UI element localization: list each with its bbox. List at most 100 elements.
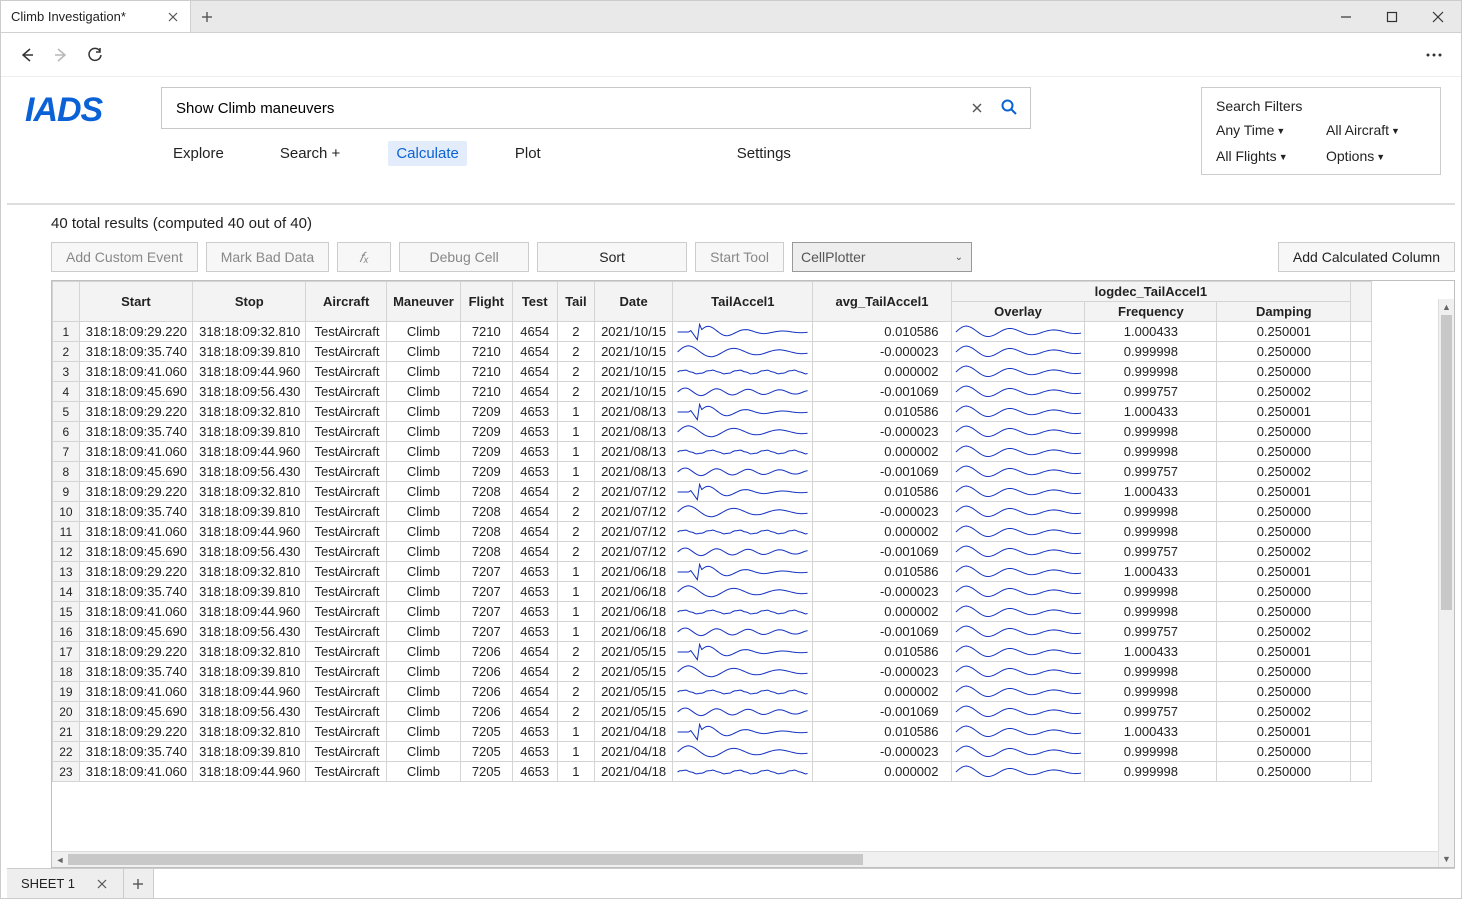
cell-tail[interactable]: 2 [557,322,594,342]
scroll-up-icon[interactable]: ▲ [1439,299,1454,315]
cell-tailaccel-sparkline[interactable] [673,442,813,462]
cell-date[interactable]: 2021/04/18 [594,762,672,782]
filter-aircraft[interactable]: All Aircraft▼ [1326,122,1426,138]
cell-damping[interactable]: 0.250000 [1217,422,1351,442]
row-number[interactable]: 12 [53,542,80,562]
mark-bad-data-button[interactable]: Mark Bad Data [206,242,329,272]
cell-tail[interactable]: 2 [557,642,594,662]
cell-aircraft[interactable]: TestAircraft [306,722,386,742]
cell-start[interactable]: 318:18:09:41.060 [79,522,192,542]
cell-aircraft[interactable]: TestAircraft [306,562,386,582]
cell-flight[interactable]: 7210 [461,382,513,402]
cell-test[interactable]: 4654 [512,482,557,502]
cell-overlay-sparkline[interactable] [951,522,1085,542]
row-number[interactable]: 3 [53,362,80,382]
cell-start[interactable]: 318:18:09:29.220 [79,322,192,342]
cell-start[interactable]: 318:18:09:29.220 [79,642,192,662]
cell-flight[interactable]: 7206 [461,662,513,682]
cell-aircraft[interactable]: TestAircraft [306,442,386,462]
row-number[interactable]: 23 [53,762,80,782]
cell-start[interactable]: 318:18:09:35.740 [79,662,192,682]
cell-start[interactable]: 318:18:09:35.740 [79,742,192,762]
table-row[interactable]: 13318:18:09:29.220318:18:09:32.810TestAi… [53,562,1372,582]
cell-flight[interactable]: 7209 [461,462,513,482]
row-number[interactable]: 15 [53,602,80,622]
cell-tailaccel-sparkline[interactable] [673,542,813,562]
cell-aircraft[interactable]: TestAircraft [306,542,386,562]
cell-maneuver[interactable]: Climb [386,542,460,562]
cell-test[interactable]: 4654 [512,362,557,382]
new-tab-button[interactable] [191,1,223,32]
cell-date[interactable]: 2021/06/18 [594,622,672,642]
cell-flight[interactable]: 7208 [461,502,513,522]
cell-stop[interactable]: 318:18:09:32.810 [193,482,306,502]
more-menu-icon[interactable] [1419,53,1449,57]
cell-stop[interactable]: 318:18:09:39.810 [193,742,306,762]
table-row[interactable]: 3318:18:09:41.060318:18:09:44.960TestAir… [53,362,1372,382]
cell-date[interactable]: 2021/05/15 [594,682,672,702]
cell-flight[interactable]: 7209 [461,422,513,442]
scroll-thumb[interactable] [1441,315,1452,610]
cell-test[interactable]: 4654 [512,662,557,682]
cell-tail[interactable]: 1 [557,582,594,602]
cell-test[interactable]: 4653 [512,562,557,582]
filter-options[interactable]: Options▼ [1326,148,1426,164]
table-row[interactable]: 16318:18:09:45.690318:18:09:56.430TestAi… [53,622,1372,642]
cell-start[interactable]: 318:18:09:41.060 [79,602,192,622]
cell-overlay-sparkline[interactable] [951,382,1085,402]
cell-tail[interactable]: 2 [557,662,594,682]
cell-flight[interactable]: 7207 [461,622,513,642]
table-row[interactable]: 5318:18:09:29.220318:18:09:32.810TestAir… [53,402,1372,422]
add-calculated-column-button[interactable]: Add Calculated Column [1278,242,1455,272]
cell-tailaccel-sparkline[interactable] [673,382,813,402]
filter-flights[interactable]: All Flights▼ [1216,148,1316,164]
cell-tailaccel-sparkline[interactable] [673,662,813,682]
cell-test[interactable]: 4653 [512,742,557,762]
cell-start[interactable]: 318:18:09:41.060 [79,762,192,782]
table-row[interactable]: 1318:18:09:29.220318:18:09:32.810TestAir… [53,322,1372,342]
cell-start[interactable]: 318:18:09:45.690 [79,462,192,482]
cell-test[interactable]: 4654 [512,322,557,342]
close-window-button[interactable] [1415,1,1461,32]
cell-maneuver[interactable]: Climb [386,662,460,682]
cell-avg[interactable]: 0.010586 [813,402,951,422]
cell-flight[interactable]: 7205 [461,722,513,742]
row-number[interactable]: 22 [53,742,80,762]
cell-tail[interactable]: 1 [557,742,594,762]
col-aircraft[interactable]: Aircraft [306,282,386,322]
row-number[interactable]: 13 [53,562,80,582]
cell-damping[interactable]: 0.250002 [1217,542,1351,562]
search-input[interactable] [174,99,960,118]
cell-aircraft[interactable]: TestAircraft [306,362,386,382]
cell-tailaccel-sparkline[interactable] [673,622,813,642]
cell-aircraft[interactable]: TestAircraft [306,682,386,702]
col-tail[interactable]: Tail [557,282,594,322]
col-frequency[interactable]: Frequency [1085,302,1217,322]
cell-tailaccel-sparkline[interactable] [673,642,813,662]
cell-avg[interactable]: -0.000023 [813,662,951,682]
row-number[interactable]: 7 [53,442,80,462]
cell-avg[interactable]: -0.001069 [813,382,951,402]
cell-aircraft[interactable]: TestAircraft [306,622,386,642]
cell-frequency[interactable]: 0.999998 [1085,342,1217,362]
cell-tailaccel-sparkline[interactable] [673,682,813,702]
cell-date[interactable]: 2021/06/18 [594,582,672,602]
cell-tailaccel-sparkline[interactable] [673,402,813,422]
cell-damping[interactable]: 0.250000 [1217,362,1351,382]
cell-frequency[interactable]: 0.999757 [1085,462,1217,482]
cell-aircraft[interactable]: TestAircraft [306,602,386,622]
cell-test[interactable]: 4653 [512,762,557,782]
cell-maneuver[interactable]: Climb [386,362,460,382]
cell-frequency[interactable]: 0.999757 [1085,702,1217,722]
col-start[interactable]: Start [79,282,192,322]
cell-overlay-sparkline[interactable] [951,502,1085,522]
cell-overlay-sparkline[interactable] [951,462,1085,482]
table-row[interactable]: 12318:18:09:45.690318:18:09:56.430TestAi… [53,542,1372,562]
cell-start[interactable]: 318:18:09:35.740 [79,342,192,362]
cell-test[interactable]: 4654 [512,382,557,402]
cell-frequency[interactable]: 0.999998 [1085,762,1217,782]
cell-maneuver[interactable]: Climb [386,402,460,422]
table-row[interactable]: 8318:18:09:45.690318:18:09:56.430TestAir… [53,462,1372,482]
cell-stop[interactable]: 318:18:09:32.810 [193,642,306,662]
cell-date[interactable]: 2021/07/12 [594,542,672,562]
